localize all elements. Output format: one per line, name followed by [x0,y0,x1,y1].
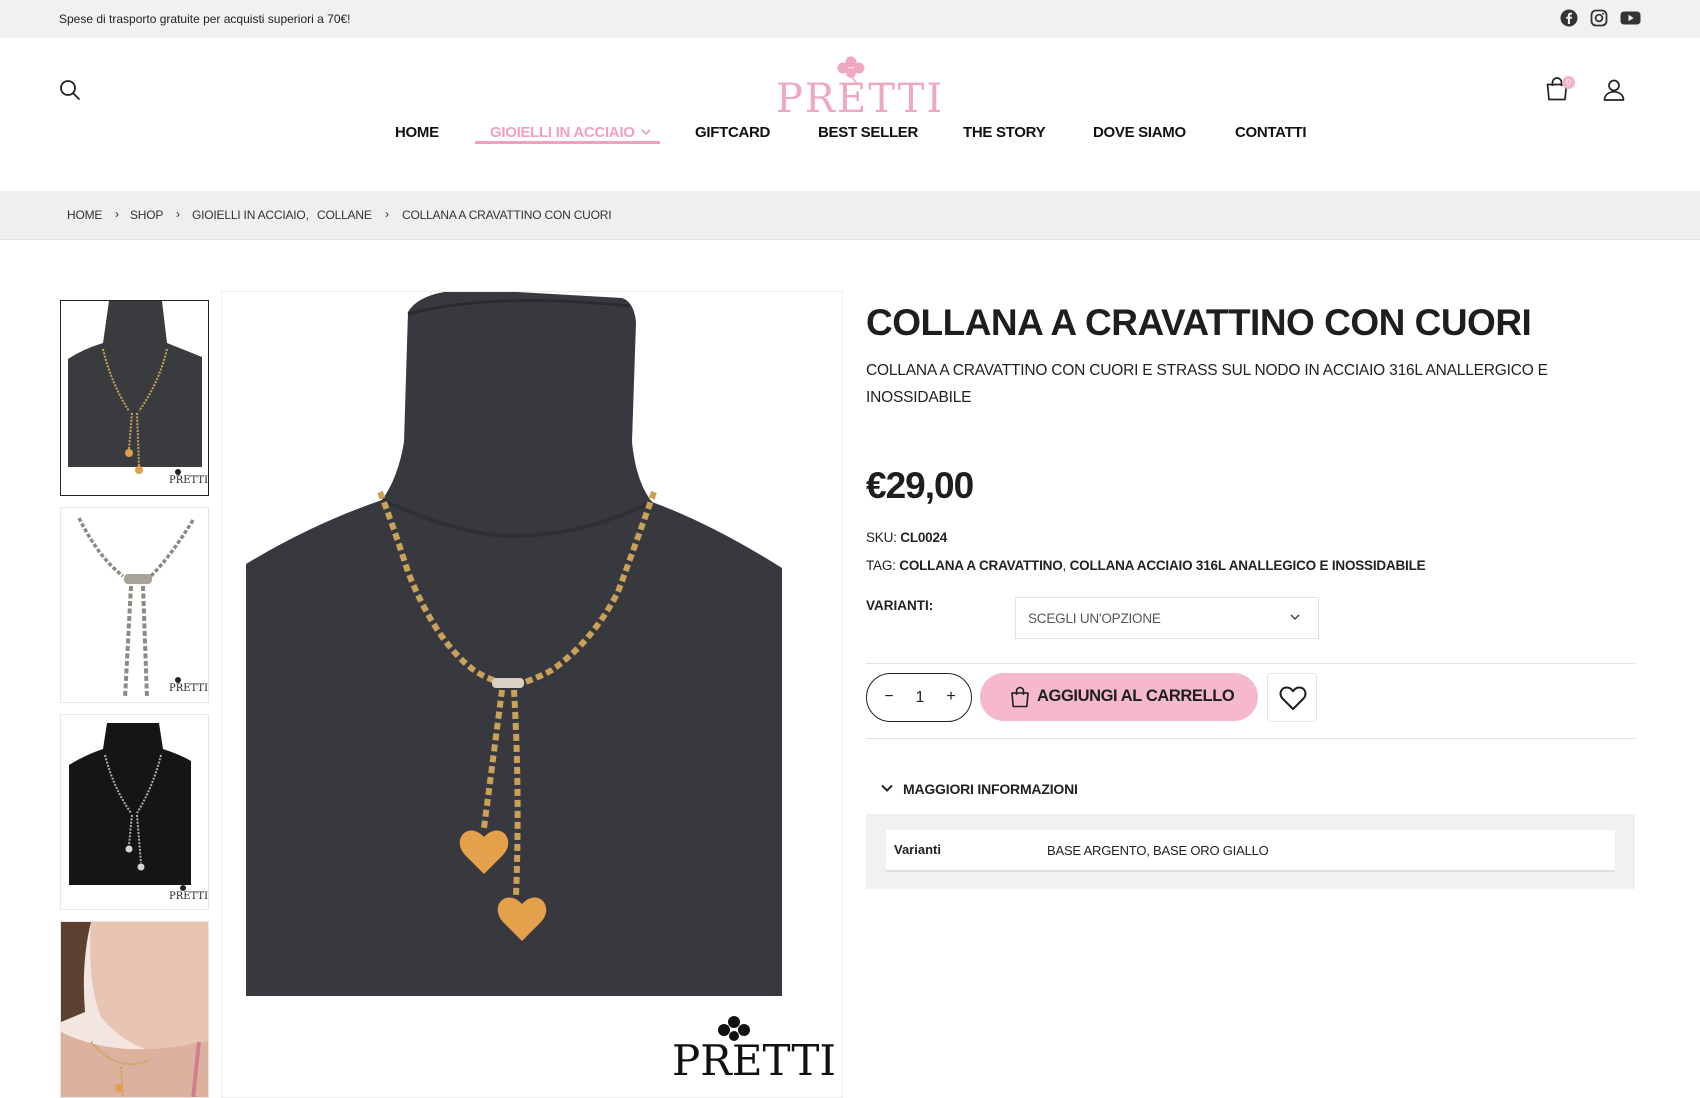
product-thumbnail[interactable]: PRETTI [60,714,209,910]
heart-icon [1279,686,1307,710]
instagram-icon[interactable] [1590,9,1608,27]
tag-separator: , [1062,558,1067,573]
sku-value: CL0024 [900,530,948,545]
breadcrumb-separator-icon: › [176,207,180,221]
variant-select[interactable]: SCEGLI UN'OPZIONE [1015,597,1319,639]
facebook-icon[interactable] [1560,9,1578,27]
svg-text:PRETTI: PRETTI [169,475,208,486]
search-icon[interactable] [58,78,82,102]
attribute-value: BASE ARGENTO, BASE ORO GIALLO [1047,843,1269,858]
variant-select-value: SCEGLI UN'OPZIONE [1028,611,1161,626]
tag-link[interactable]: COLLANA A CRAVATTINO [899,558,1062,573]
main-navigation: HOME GIOIELLI IN ACCIAIO GIFTCARD BEST S… [0,115,1700,153]
nav-item-home[interactable]: HOME [395,115,439,153]
shopping-bag-icon [1011,686,1029,708]
product-thumbnail[interactable]: PRETTI [60,300,209,496]
sku-label: SKU: [866,530,897,545]
nav-item-gioielli-in-acciaio[interactable]: GIOIELLI IN ACCIAIO [490,115,652,153]
nav-item-label: GIOIELLI IN ACCIAIO [490,124,635,141]
quantity-increase-button[interactable]: + [941,687,961,707]
product-price: €29,00 [866,465,974,506]
more-info-accordion-header[interactable]: MAGGIORI INFORMAZIONI [866,770,1635,814]
product-description: COLLANA A CRAVATTINO CON CUORI E STRASS … [866,362,1548,406]
breadcrumb-gioielli-in-acciaio[interactable]: GIOIELLI IN ACCIAIO, [192,208,309,222]
free-shipping-notice: Spese di trasporto gratuite per acquisti… [59,12,351,26]
top-announcement-bar: Spese di trasporto gratuite per acquisti… [0,0,1700,38]
quantity-stepper: − 1 + [866,673,972,722]
breadcrumb-separator-icon: › [115,207,119,221]
product-main-image[interactable]: PRETTI [221,291,843,1098]
product-thumbnail[interactable] [60,921,209,1098]
youtube-icon[interactable] [1620,9,1641,27]
add-to-cart-label: AGGIUNGI AL CARRELLO [1037,687,1235,705]
breadcrumb-collane[interactable]: COLLANE [317,208,372,222]
add-to-cart-button[interactable]: AGGIUNGI AL CARRELLO [980,673,1258,721]
attribute-row: Varianti BASE ARGENTO, BASE ORO GIALLO [886,830,1615,872]
product-title: COLLANA A CRAVATTINO CON CUORI [866,302,1532,343]
more-info-label: MAGGIORI INFORMAZIONI [903,781,1078,797]
breadcrumb-current: COLLANA A CRAVATTINO CON CUORI [402,208,612,222]
nav-item-the-story[interactable]: THE STORY [963,115,1046,153]
chevron-down-icon [881,784,893,792]
attribute-name: Varianti [894,842,941,857]
more-info-panel: Varianti BASE ARGENTO, BASE ORO GIALLO [866,814,1635,889]
svg-text:PRETTI: PRETTI [672,1036,836,1085]
breadcrumb: HOME › SHOP › GIOIELLI IN ACCIAIO, COLLA… [0,191,1700,240]
quantity-input[interactable]: 1 [903,687,937,709]
quantity-decrease-button[interactable]: − [879,687,899,707]
user-icon[interactable] [1602,78,1626,102]
tag-label: TAG: [866,558,896,573]
chevron-down-icon [641,129,652,136]
wishlist-button[interactable] [1267,673,1317,722]
nav-item-giftcard[interactable]: GIFTCARD [695,115,770,153]
cart-count-badge: 0 [1562,76,1575,89]
svg-text:PRETTI: PRETTI [169,683,208,694]
svg-text:PRETTI: PRETTI [169,891,208,902]
divider [866,663,1635,664]
tag-link[interactable]: COLLANA ACCIAIO 316L ANALLEGICO E INOSSI… [1070,558,1426,573]
chevron-down-icon [1290,614,1300,620]
product-sku: SKU: CL0024 [866,530,947,545]
breadcrumb-home[interactable]: HOME [67,208,102,222]
product-tags: TAG: COLLANA A CRAVATTINO, COLLANA ACCIA… [866,558,1426,573]
nav-item-dove-siamo[interactable]: DOVE SIAMO [1093,115,1186,153]
variant-label: VARIANTI: [866,598,934,613]
nav-item-contatti[interactable]: CONTATTI [1235,115,1307,153]
product-thumbnail[interactable]: PRETTI [60,507,209,703]
nav-item-best-seller[interactable]: BEST SELLER [818,115,918,153]
breadcrumb-shop[interactable]: SHOP [130,208,163,222]
divider [866,738,1635,739]
breadcrumb-separator-icon: › [385,207,389,221]
